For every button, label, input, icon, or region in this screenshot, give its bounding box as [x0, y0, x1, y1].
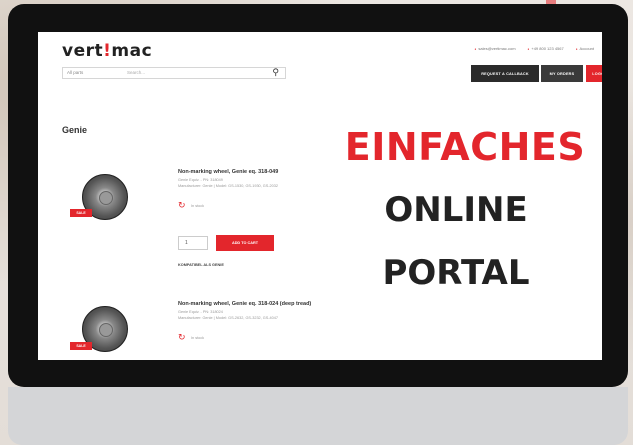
- top-links: sales@vertimac.com +49 800 123 4567 Acco…: [475, 46, 594, 51]
- product-row: SALE Non-marking wheel, Genie eq. 318-02…: [38, 294, 602, 360]
- product-compatibility: Manufacturer: Genie | Model: GS-2632, GS…: [178, 316, 278, 320]
- product-part-number: Genie Equiv. - PN: 318049: [178, 178, 223, 182]
- top-link-account[interactable]: Account: [576, 46, 594, 51]
- page-title: Genie: [62, 125, 88, 135]
- search-input[interactable]: Search...: [127, 70, 145, 75]
- stock-status: In stock: [191, 336, 205, 340]
- orders-button[interactable]: MY ORDERS: [541, 65, 583, 82]
- logout-button[interactable]: LOGOUT: [586, 65, 602, 82]
- product-title[interactable]: Non-marking wheel, Genie eq. 318-024 (de…: [178, 301, 311, 307]
- stock-icon: ↻: [178, 332, 186, 342]
- quantity-input[interactable]: 1: [178, 236, 208, 250]
- headline-line-2: ONLINE: [384, 190, 528, 230]
- callback-button[interactable]: REQUEST A CALLBACK: [471, 65, 539, 82]
- monitor-chin: [8, 387, 628, 445]
- product-part-number: Genie Equiv. - PN: 318024: [178, 310, 223, 314]
- stock-icon: ↻: [178, 200, 186, 210]
- stock-status: In stock: [191, 204, 205, 208]
- product-title[interactable]: Non-marking wheel, Genie eq. 318-049: [178, 169, 278, 175]
- headline-line-3: PORTAL: [382, 253, 530, 293]
- search-icon[interactable]: ⚲: [272, 67, 279, 78]
- top-link-phone[interactable]: +49 800 123 4567: [528, 46, 563, 51]
- search-bar[interactable]: All parts Search... ⚲: [62, 67, 286, 79]
- sale-badge: SALE: [70, 209, 92, 217]
- headline-line-1: EINFACHES: [344, 125, 586, 169]
- logo-prefix: vert: [62, 41, 104, 61]
- top-link-email[interactable]: sales@vertimac.com: [475, 46, 515, 51]
- add-to-cart-button[interactable]: ADD TO CART: [216, 235, 274, 251]
- search-category-select[interactable]: All parts: [67, 70, 83, 75]
- logo[interactable]: vert!mac: [62, 41, 152, 61]
- sale-badge: SALE: [70, 342, 92, 350]
- compatibility-link[interactable]: KOMPATIBEL ALS GENIE: [178, 263, 224, 267]
- logo-suffix: mac: [111, 41, 153, 61]
- product-compatibility: Manufacturer: Genie | Model: GS-1530, GS…: [178, 184, 278, 188]
